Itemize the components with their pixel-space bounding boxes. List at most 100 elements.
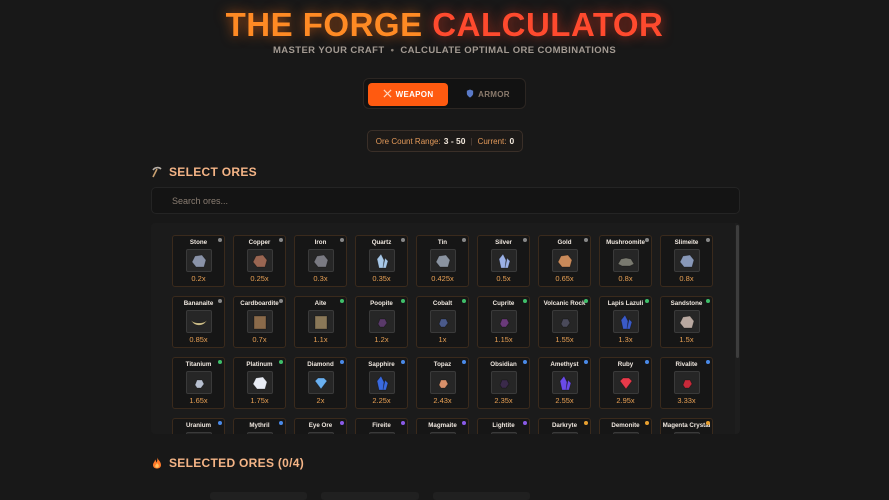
rarity-dot bbox=[584, 238, 588, 242]
ore-name: Magenta Crystal bbox=[662, 422, 711, 429]
ore-card[interactable]: Eye Ore bbox=[294, 418, 347, 434]
armor-mode-button[interactable]: ARMOR bbox=[454, 83, 522, 106]
ore-multiplier: 0.7x bbox=[252, 335, 267, 344]
ore-icon bbox=[620, 313, 633, 329]
ore-image bbox=[186, 249, 212, 272]
selected-ores-slots bbox=[210, 492, 530, 500]
ore-image bbox=[186, 432, 212, 434]
ore-multiplier: 1.5x bbox=[679, 335, 694, 344]
ore-image bbox=[430, 249, 456, 272]
weapon-mode-button[interactable]: WEAPON bbox=[368, 83, 448, 106]
ore-card[interactable]: Darkryte bbox=[538, 418, 591, 434]
ore-card[interactable]: Iron 0.3x bbox=[294, 235, 347, 287]
ore-image bbox=[369, 310, 395, 333]
ore-image bbox=[491, 371, 517, 394]
rarity-dot bbox=[462, 238, 466, 242]
ore-name: Poopite bbox=[370, 300, 393, 307]
ore-icon bbox=[377, 318, 388, 327]
ore-card[interactable]: Gold 0.65x bbox=[538, 235, 591, 287]
ore-image bbox=[369, 371, 395, 394]
ore-image bbox=[247, 371, 273, 394]
ore-card[interactable]: Slimeite 0.8x bbox=[660, 235, 713, 287]
ore-name: Sandstone bbox=[670, 300, 703, 307]
rarity-dot bbox=[706, 360, 710, 364]
current-value: 0 bbox=[509, 136, 515, 146]
ore-card[interactable]: Cobalt 1x bbox=[416, 296, 469, 348]
ore-card[interactable]: Obsidian 2.35x bbox=[477, 357, 530, 409]
rarity-dot bbox=[218, 238, 222, 242]
ore-card[interactable]: Sapphire 2.25x bbox=[355, 357, 408, 409]
ore-multiplier: 0.65x bbox=[555, 274, 574, 283]
ore-icon bbox=[194, 379, 205, 388]
ore-card[interactable]: Topaz 2.43x bbox=[416, 357, 469, 409]
ore-name: Bananaite bbox=[183, 300, 214, 307]
ore-card[interactable]: Bananaite 0.85x bbox=[172, 296, 225, 348]
ore-card[interactable]: Cuprite 1.15x bbox=[477, 296, 530, 348]
ore-image bbox=[186, 310, 212, 333]
title-part-2: CALCULATOR bbox=[432, 6, 664, 43]
rarity-dot bbox=[584, 360, 588, 364]
ore-icon bbox=[313, 254, 329, 267]
rarity-dot bbox=[645, 421, 649, 425]
ore-card[interactable]: Volcanic Rock 1.55x bbox=[538, 296, 591, 348]
ore-multiplier: 1x bbox=[438, 335, 447, 344]
ore-card[interactable]: Quartz 0.35x bbox=[355, 235, 408, 287]
ore-image bbox=[613, 249, 639, 272]
ore-image bbox=[674, 249, 700, 272]
ore-card[interactable]: Mythril bbox=[233, 418, 286, 434]
ore-card[interactable]: Stone 0.2x bbox=[172, 235, 225, 287]
ore-name: Aite bbox=[314, 300, 327, 307]
ore-image bbox=[247, 310, 273, 333]
ore-card[interactable]: Lightite bbox=[477, 418, 530, 434]
selected-ores-heading: SELECTED ORES (0/4) bbox=[151, 455, 304, 471]
ore-card[interactable]: Platinum 1.75x bbox=[233, 357, 286, 409]
ore-icon bbox=[438, 318, 449, 327]
ore-name: Mythril bbox=[249, 422, 270, 429]
ore-search-input[interactable] bbox=[151, 187, 740, 214]
ore-card[interactable]: Cardboardite 0.7x bbox=[233, 296, 286, 348]
ore-card[interactable]: Ruby 2.95x bbox=[599, 357, 652, 409]
ore-icon bbox=[438, 379, 449, 388]
ore-icon bbox=[253, 315, 267, 329]
ore-multiplier: 1.65x bbox=[189, 396, 208, 405]
rarity-dot bbox=[401, 299, 405, 303]
ore-icon bbox=[560, 318, 571, 327]
ore-card[interactable]: Aite 1.1x bbox=[294, 296, 347, 348]
shield-icon bbox=[466, 89, 474, 100]
ore-image bbox=[369, 432, 395, 434]
ore-card[interactable]: Uranium bbox=[172, 418, 225, 434]
ore-grid-scroll[interactable]: Stone 0.2x Copper 0.25x Iron 0.3x Quartz 0.35x T… bbox=[166, 223, 726, 434]
scrollbar-thumb[interactable] bbox=[736, 225, 739, 358]
ore-card[interactable]: Diamond 2x bbox=[294, 357, 347, 409]
ore-card[interactable]: Rivalite 3.33x bbox=[660, 357, 713, 409]
ore-grid-scrollbar[interactable] bbox=[735, 223, 740, 434]
ore-card[interactable]: Poopite 1.2x bbox=[355, 296, 408, 348]
ore-card[interactable]: Lapis Lazuli 1.3x bbox=[599, 296, 652, 348]
ore-image bbox=[613, 432, 639, 434]
ore-card[interactable]: Amethyst 2.55x bbox=[538, 357, 591, 409]
ore-card[interactable]: Titanium 1.65x bbox=[172, 357, 225, 409]
current-label: Current: bbox=[477, 136, 507, 146]
rarity-dot bbox=[279, 421, 283, 425]
ore-multiplier: 0.2x bbox=[191, 274, 206, 283]
ore-card[interactable]: Sandstone 1.5x bbox=[660, 296, 713, 348]
ore-card[interactable]: Copper 0.25x bbox=[233, 235, 286, 287]
ore-card[interactable]: Tin 0.425x bbox=[416, 235, 469, 287]
ore-icon bbox=[252, 254, 268, 267]
ore-card[interactable]: Magenta Crystal bbox=[660, 418, 713, 434]
ore-name: Cobalt bbox=[432, 300, 453, 307]
ore-name: Silver bbox=[495, 239, 512, 246]
ore-card[interactable]: Magmaite bbox=[416, 418, 469, 434]
ore-card[interactable]: Demonite bbox=[599, 418, 652, 434]
ore-card[interactable]: Fireite bbox=[355, 418, 408, 434]
selected-slot bbox=[432, 492, 530, 500]
ore-multiplier: 2.35x bbox=[494, 396, 513, 405]
rarity-dot bbox=[401, 421, 405, 425]
rarity-dot bbox=[706, 299, 710, 303]
rarity-dot bbox=[462, 360, 466, 364]
rarity-dot bbox=[462, 421, 466, 425]
ore-image bbox=[613, 310, 639, 333]
rarity-dot bbox=[218, 299, 222, 303]
ore-card[interactable]: Mushroomite 0.8x bbox=[599, 235, 652, 287]
ore-card[interactable]: Silver 0.5x bbox=[477, 235, 530, 287]
